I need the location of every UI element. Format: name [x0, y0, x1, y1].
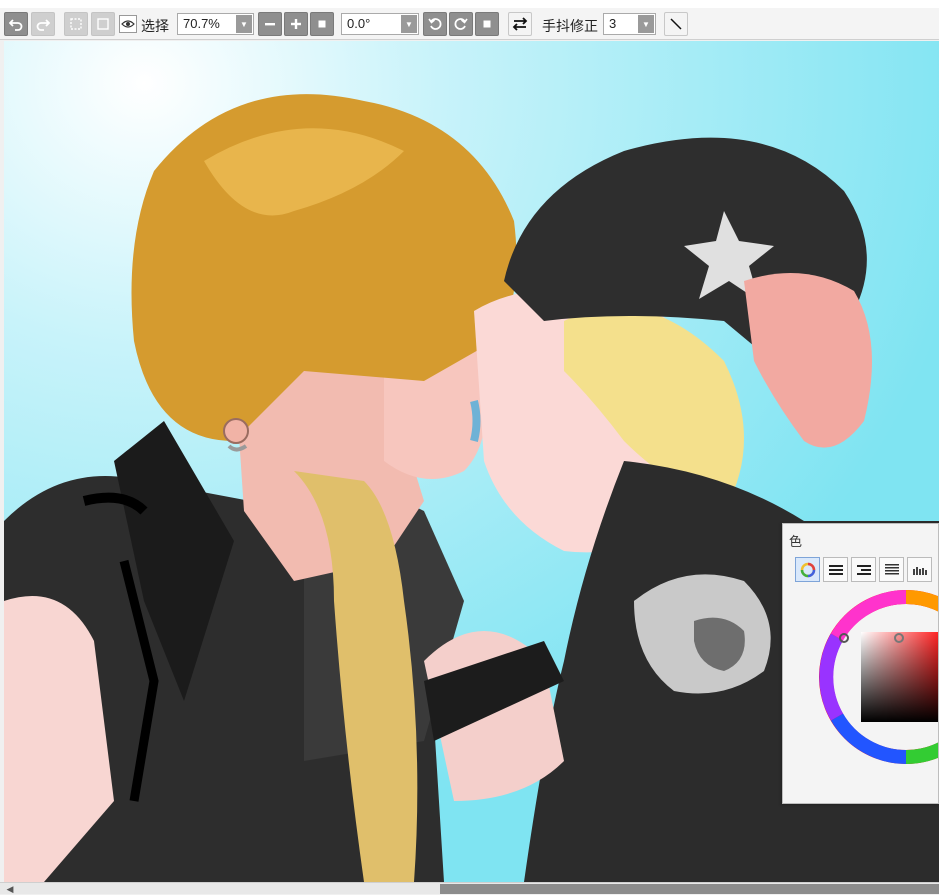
rotation-select[interactable]: 0.0° ▼: [341, 13, 419, 35]
rotate-ccw-button[interactable]: [423, 12, 447, 36]
rotation-value: 0.0°: [347, 16, 371, 31]
eye-icon: [121, 20, 135, 28]
plus-icon: [291, 19, 301, 29]
tab-rgb-sliders[interactable]: [823, 557, 848, 582]
selection-icon: [70, 18, 82, 30]
selection-icon: [97, 18, 109, 30]
flip-horizontal-icon: [512, 17, 528, 31]
square-icon: [318, 20, 326, 28]
chevron-down-icon: ▼: [236, 15, 252, 33]
rotate-ccw-icon: [428, 18, 442, 30]
rgb-sliders-icon: [828, 564, 843, 575]
swatch-list-icon: [884, 563, 899, 574]
rotate-cw-icon: [454, 18, 468, 30]
chevron-down-icon: ▼: [638, 15, 654, 33]
select-label: 选择: [141, 18, 169, 34]
zoom-in-button[interactable]: [284, 12, 308, 36]
color-wheel-icon: [800, 562, 815, 577]
line-tool-button[interactable]: [664, 12, 688, 36]
tab-color-wheel[interactable]: [795, 557, 820, 582]
hsv-sliders-icon: [856, 564, 871, 575]
hue-ring[interactable]: [816, 587, 938, 770]
stabilizer-label: 手抖修正: [542, 18, 598, 34]
minus-icon: [265, 23, 275, 26]
swatch-grid-icon: [912, 566, 927, 575]
color-panel-title: 色: [789, 534, 803, 549]
chevron-down-icon: ▼: [401, 15, 417, 33]
top-edge: [0, 0, 939, 8]
color-panel-tabs: [795, 557, 932, 583]
zoom-select[interactable]: 70.7% ▼: [177, 13, 254, 35]
selection-tool-b-button[interactable]: [91, 12, 115, 36]
horizontal-scrollbar[interactable]: ◀: [0, 882, 939, 894]
color-wheel: [819, 590, 938, 764]
zoom-value: 70.7%: [183, 16, 220, 31]
tab-swatch-list[interactable]: [879, 557, 904, 582]
rotate-cw-button[interactable]: [449, 12, 473, 36]
scrollbar-thumb[interactable]: [440, 884, 939, 894]
tab-swatch-grid[interactable]: [907, 557, 932, 582]
square-icon: [483, 20, 491, 28]
tab-hsv-sliders[interactable]: [851, 557, 876, 582]
undo-icon: [9, 19, 23, 31]
flip-horizontal-button[interactable]: [508, 12, 532, 36]
rotate-reset-button[interactable]: [475, 12, 499, 36]
show-selection-toggle[interactable]: [119, 15, 137, 33]
selection-tool-a-button[interactable]: [64, 12, 88, 36]
undo-button[interactable]: [4, 12, 28, 36]
redo-icon: [36, 19, 50, 31]
color-panel: 色: [782, 523, 939, 804]
stabilizer-value: 3: [609, 16, 617, 31]
scroll-left-icon[interactable]: ◀: [4, 884, 16, 894]
zoom-out-button[interactable]: [258, 12, 282, 36]
main-toolbar: 选择 70.7% ▼ 0.0° ▼ 手抖修正 3 ▼: [0, 0, 939, 40]
redo-button[interactable]: [31, 12, 55, 36]
diagonal-line-icon: [670, 18, 682, 30]
stabilizer-select[interactable]: 3 ▼: [603, 13, 656, 35]
zoom-reset-button[interactable]: [310, 12, 334, 36]
